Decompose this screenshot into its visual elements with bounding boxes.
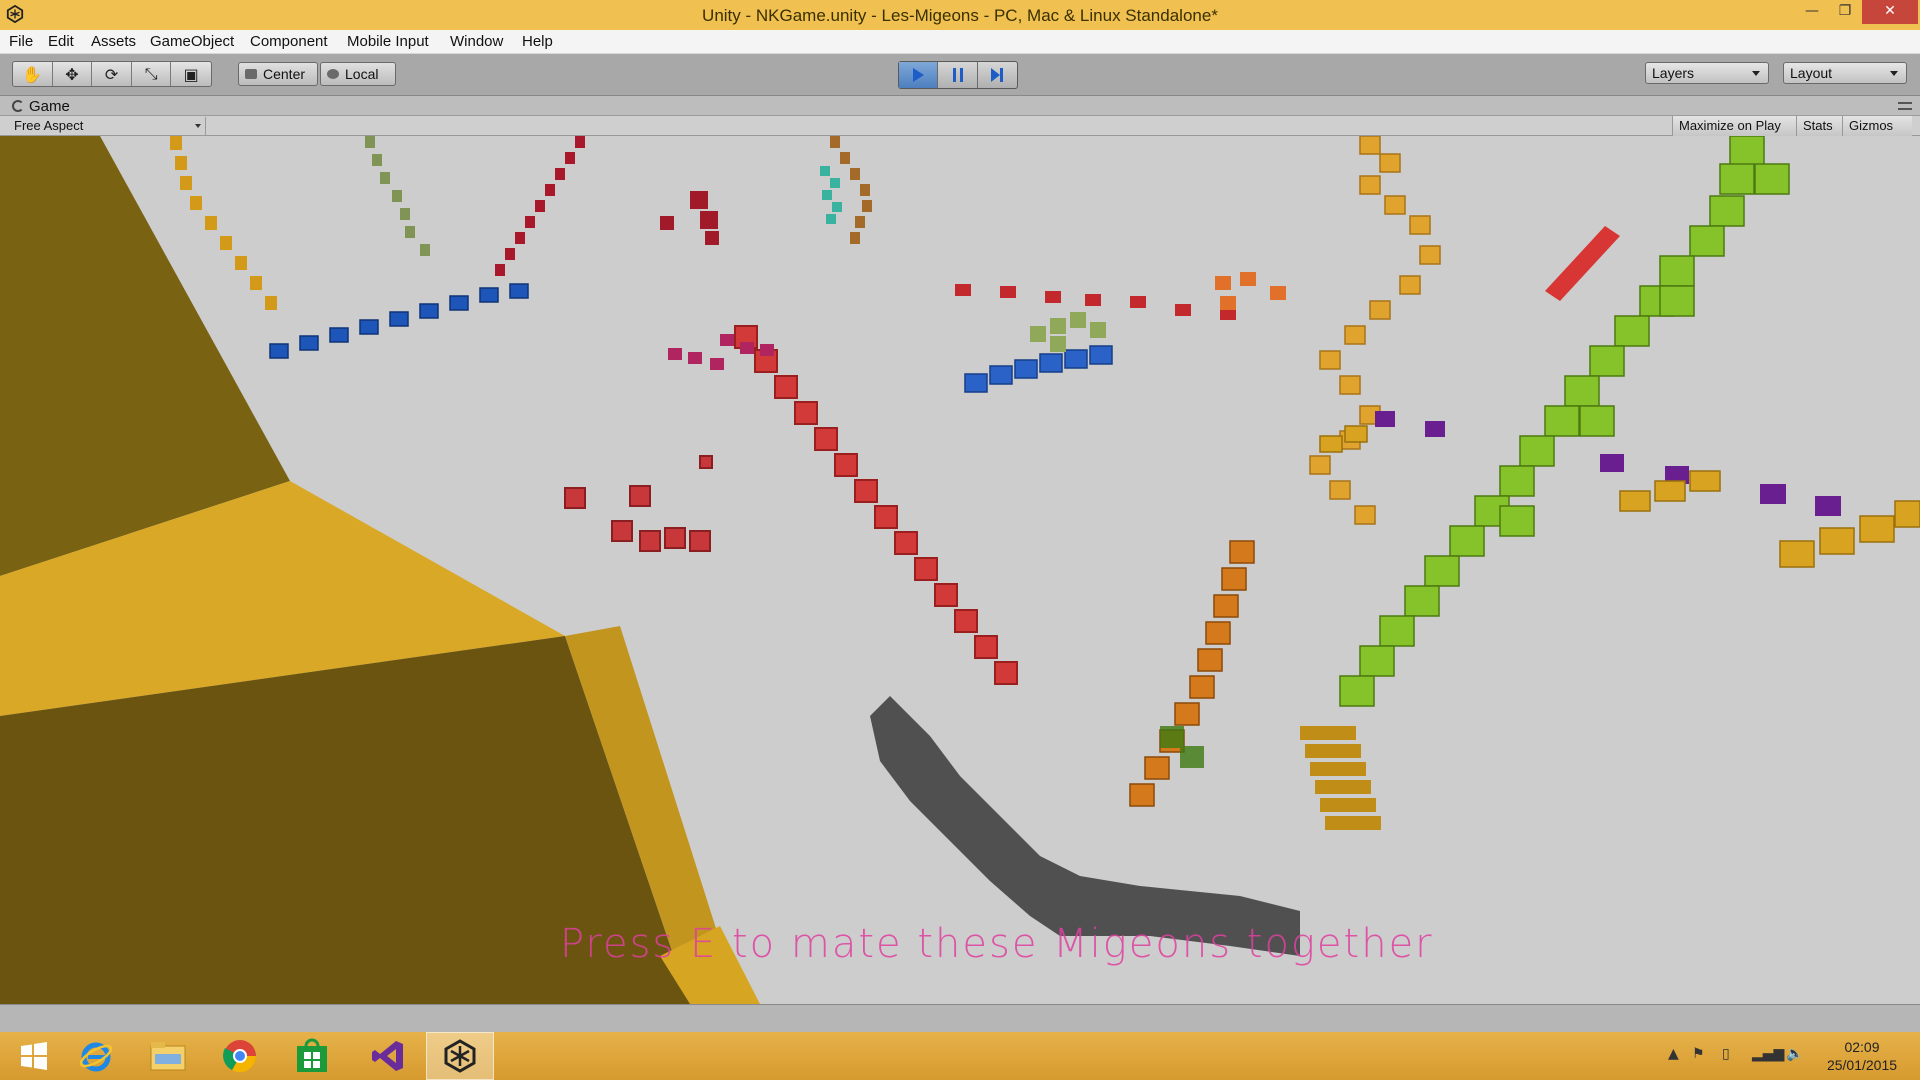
battery-icon[interactable]: ▯ [1722,1046,1730,1062]
file-explorer-icon [150,1042,186,1071]
windows-taskbar: ▲ ⚑ ▯ ▂▄▆ 🔈 02:09 25/01/2015 [0,1032,1920,1080]
pivot-mode-label: Center [263,66,306,82]
network-signal-icon[interactable]: ▂▄▆ [1752,1046,1784,1062]
toolbar: ✋ ✥ ⟳ ⤡ ▣ Center Local Layers Layout [0,54,1920,96]
stats-toggle[interactable]: Stats [1796,116,1842,136]
hand-tool-button[interactable]: ✋ [13,62,53,86]
rotate-tool-button[interactable]: ⟳ [92,62,132,86]
rect-icon: ▣ [183,64,199,84]
hand-icon: ✋ [22,64,43,84]
windows-start-icon [21,1042,47,1070]
chevron-down-icon [1752,71,1760,76]
game-view-toolbar: Free Aspect Maximize on Play Stats Gizmo… [0,116,1920,136]
close-button[interactable]: ✕ [1862,0,1918,24]
layers-label: Layers [1652,65,1695,81]
aspect-label: Free Aspect [14,118,84,133]
step-button[interactable] [978,62,1017,88]
window-title: Unity - NKGame.unity - Les-Migeons - PC,… [702,6,1218,25]
tab-game[interactable]: Game [29,98,70,115]
taskbar-unity[interactable] [426,1032,494,1080]
taskbar-file-explorer[interactable] [134,1032,202,1080]
rect-tool-button[interactable]: ▣ [171,62,211,86]
aspect-dropdown[interactable]: Free Aspect [6,117,206,135]
panel-menu-icon[interactable] [1898,102,1912,110]
menu-gameobject[interactable]: GameObject [150,33,234,50]
start-button[interactable] [0,1032,68,1080]
menu-component[interactable]: Component [250,33,328,50]
pivot-local-icon [327,69,339,79]
status-bar [0,1004,1920,1032]
chevron-down-icon [1890,71,1898,76]
menu-assets[interactable]: Assets [91,33,136,50]
chevron-down-icon [195,124,201,128]
pivot-mode-toggle[interactable]: Center [238,62,318,86]
move-tool-button[interactable]: ✥ [53,62,93,86]
clock-time: 02:09 [1844,1039,1880,1055]
unity-icon [444,1039,476,1073]
taskbar-store[interactable] [278,1032,346,1080]
layout-dropdown[interactable]: Layout [1783,62,1907,84]
maximize-button[interactable]: ❐ [1823,0,1867,24]
play-icon [913,68,925,82]
taskbar-visual-studio[interactable] [354,1032,422,1080]
pivot-center-icon [245,69,257,79]
chrome-icon [223,1040,257,1073]
playback-controls [898,61,1018,89]
pause-icon [952,68,963,82]
menu-help[interactable]: Help [522,33,553,50]
scale-tool-button[interactable]: ⤡ [132,62,172,86]
game-viewport[interactable]: Press E to mate these Migeons together [0,136,1920,1004]
maximize-on-play-toggle[interactable]: Maximize on Play [1672,116,1796,136]
taskbar-clock[interactable]: 02:09 25/01/2015 [1816,1038,1908,1074]
move-icon: ✥ [65,64,79,84]
action-center-flag-icon[interactable]: ⚑ [1692,1046,1705,1062]
store-icon [297,1038,327,1072]
clock-date: 25/01/2015 [1826,1057,1898,1073]
taskbar-internet-explorer[interactable] [62,1032,130,1080]
game-tab-header: Game [0,96,1920,116]
rotate-icon: ⟳ [104,64,119,84]
menu-file[interactable]: File [9,33,33,50]
pivot-rotation-label: Local [345,66,379,82]
step-icon [991,68,1004,82]
transform-tools: ✋ ✥ ⟳ ⤡ ▣ [12,61,212,87]
pivot-rotation-toggle[interactable]: Local [320,62,396,86]
gizmos-dropdown[interactable]: Gizmos [1842,116,1912,136]
layers-dropdown[interactable]: Layers [1645,62,1769,84]
visual-studio-icon [372,1041,403,1071]
game-scene [0,136,1920,1004]
mate-prompt-text: Press E to mate these Migeons together [560,921,1434,967]
play-button[interactable] [899,62,939,88]
game-tab-icon [12,100,24,112]
pause-button[interactable] [938,62,978,88]
title-bar: Unity - NKGame.unity - Les-Migeons - PC,… [0,0,1920,30]
volume-icon[interactable]: 🔈 [1786,1046,1803,1062]
menu-bar: File Edit Assets GameObject Component Mo… [0,30,1920,54]
menu-mobile-input[interactable]: Mobile Input [347,33,429,50]
tray-overflow-icon[interactable]: ▲ [1668,1046,1679,1062]
layout-label: Layout [1790,65,1833,81]
menu-edit[interactable]: Edit [48,33,74,50]
menu-window[interactable]: Window [450,33,503,50]
internet-explorer-icon [79,1042,113,1072]
taskbar-chrome[interactable] [206,1032,274,1080]
scale-icon: ⤡ [144,64,158,83]
